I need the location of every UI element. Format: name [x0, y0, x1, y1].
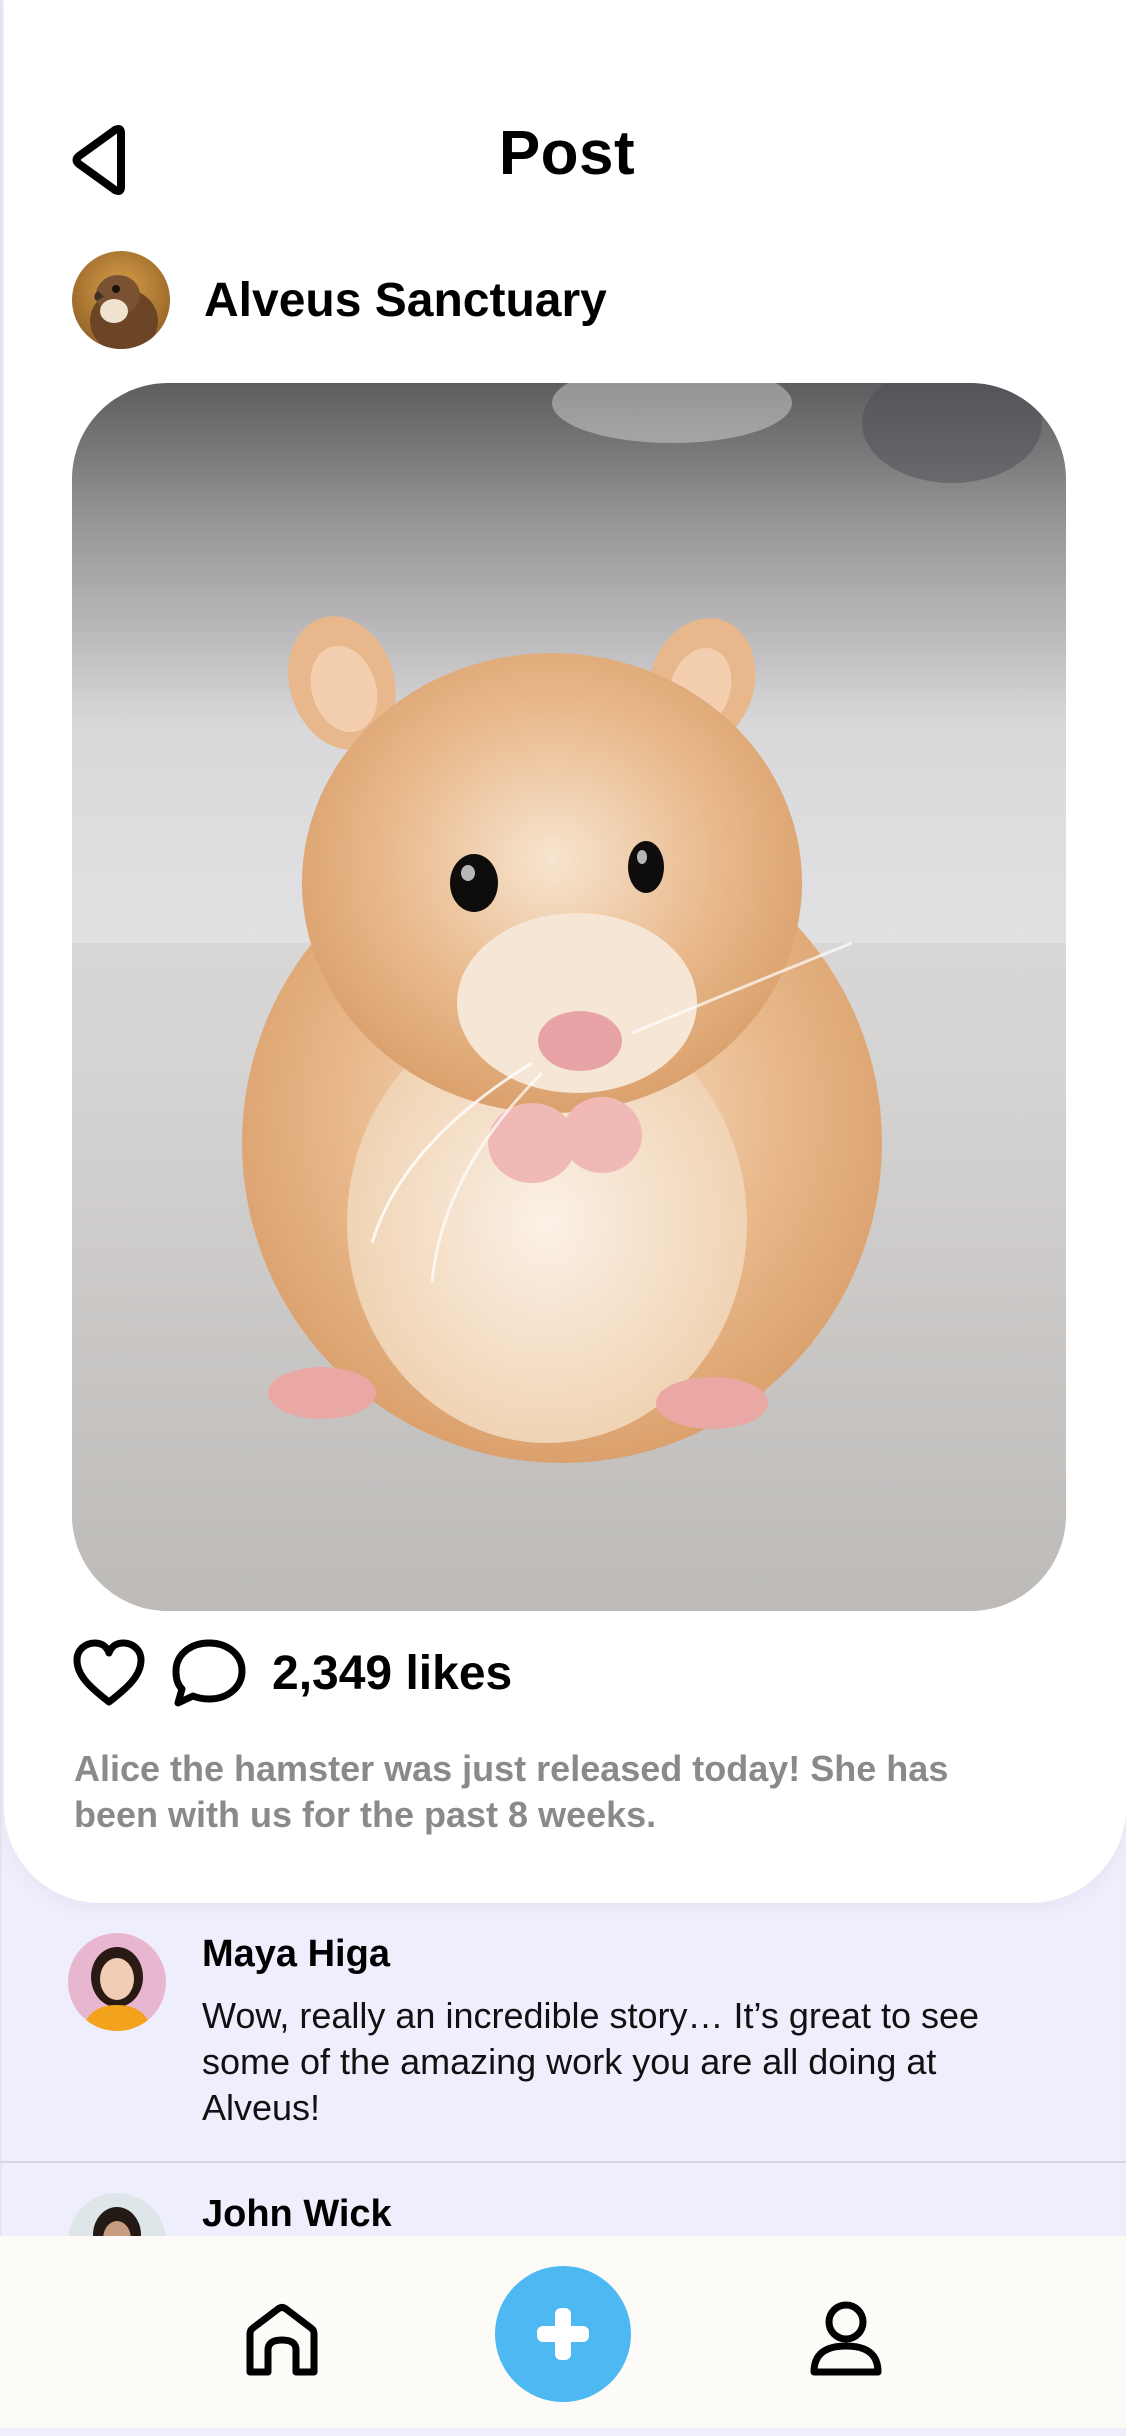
post-card: Post Alveus Sanctuary 2,349 likes Alice … — [4, 0, 1126, 1903]
likes-count: 2,349 likes — [272, 1646, 513, 1700]
header: Post — [4, 100, 1126, 220]
hamster-photo — [72, 383, 1066, 1611]
post-author[interactable]: Alveus Sanctuary — [72, 250, 607, 350]
comment-bubble-icon — [172, 1639, 246, 1707]
add-plus-icon — [537, 2308, 589, 2360]
page-title: Post — [498, 119, 636, 188]
post-image[interactable] — [72, 383, 1066, 1611]
author-name[interactable]: Alveus Sanctuary — [204, 273, 607, 328]
bottom-tab-bar — [0, 2236, 1126, 2436]
profile-icon — [810, 2301, 882, 2376]
user-avatar-image — [68, 1933, 166, 2031]
comment-item[interactable]: Maya Higa Wow, really an incredible stor… — [0, 1903, 1126, 2163]
post-caption: Alice the hamster was just released toda… — [74, 1748, 949, 1835]
author-avatar[interactable] — [72, 251, 170, 349]
hawk-avatar-image — [72, 251, 170, 349]
post-screen: Post Alveus Sanctuary 2,349 likes Alice … — [0, 0, 1126, 2436]
tab-home[interactable] — [238, 2296, 326, 2384]
tab-profile[interactable] — [802, 2294, 890, 2382]
heart-icon — [73, 1639, 145, 1706]
add-post-button[interactable] — [495, 2266, 631, 2402]
commenter-name[interactable]: John Wick — [202, 2193, 392, 2236]
commenter-avatar[interactable] — [68, 1933, 166, 2031]
comment-text: Wow, really an incredible story… It’s gr… — [202, 1995, 980, 2128]
home-icon — [246, 2304, 318, 2376]
commenter-name[interactable]: Maya Higa — [202, 1933, 390, 1976]
home-indicator-strip — [0, 2428, 1126, 2436]
comment-button[interactable] — [170, 1634, 248, 1712]
comments-list: Maya Higa Wow, really an incredible stor… — [0, 1903, 1126, 2291]
post-actions: 2,349 likes — [70, 1632, 512, 1714]
like-button[interactable] — [70, 1634, 148, 1712]
